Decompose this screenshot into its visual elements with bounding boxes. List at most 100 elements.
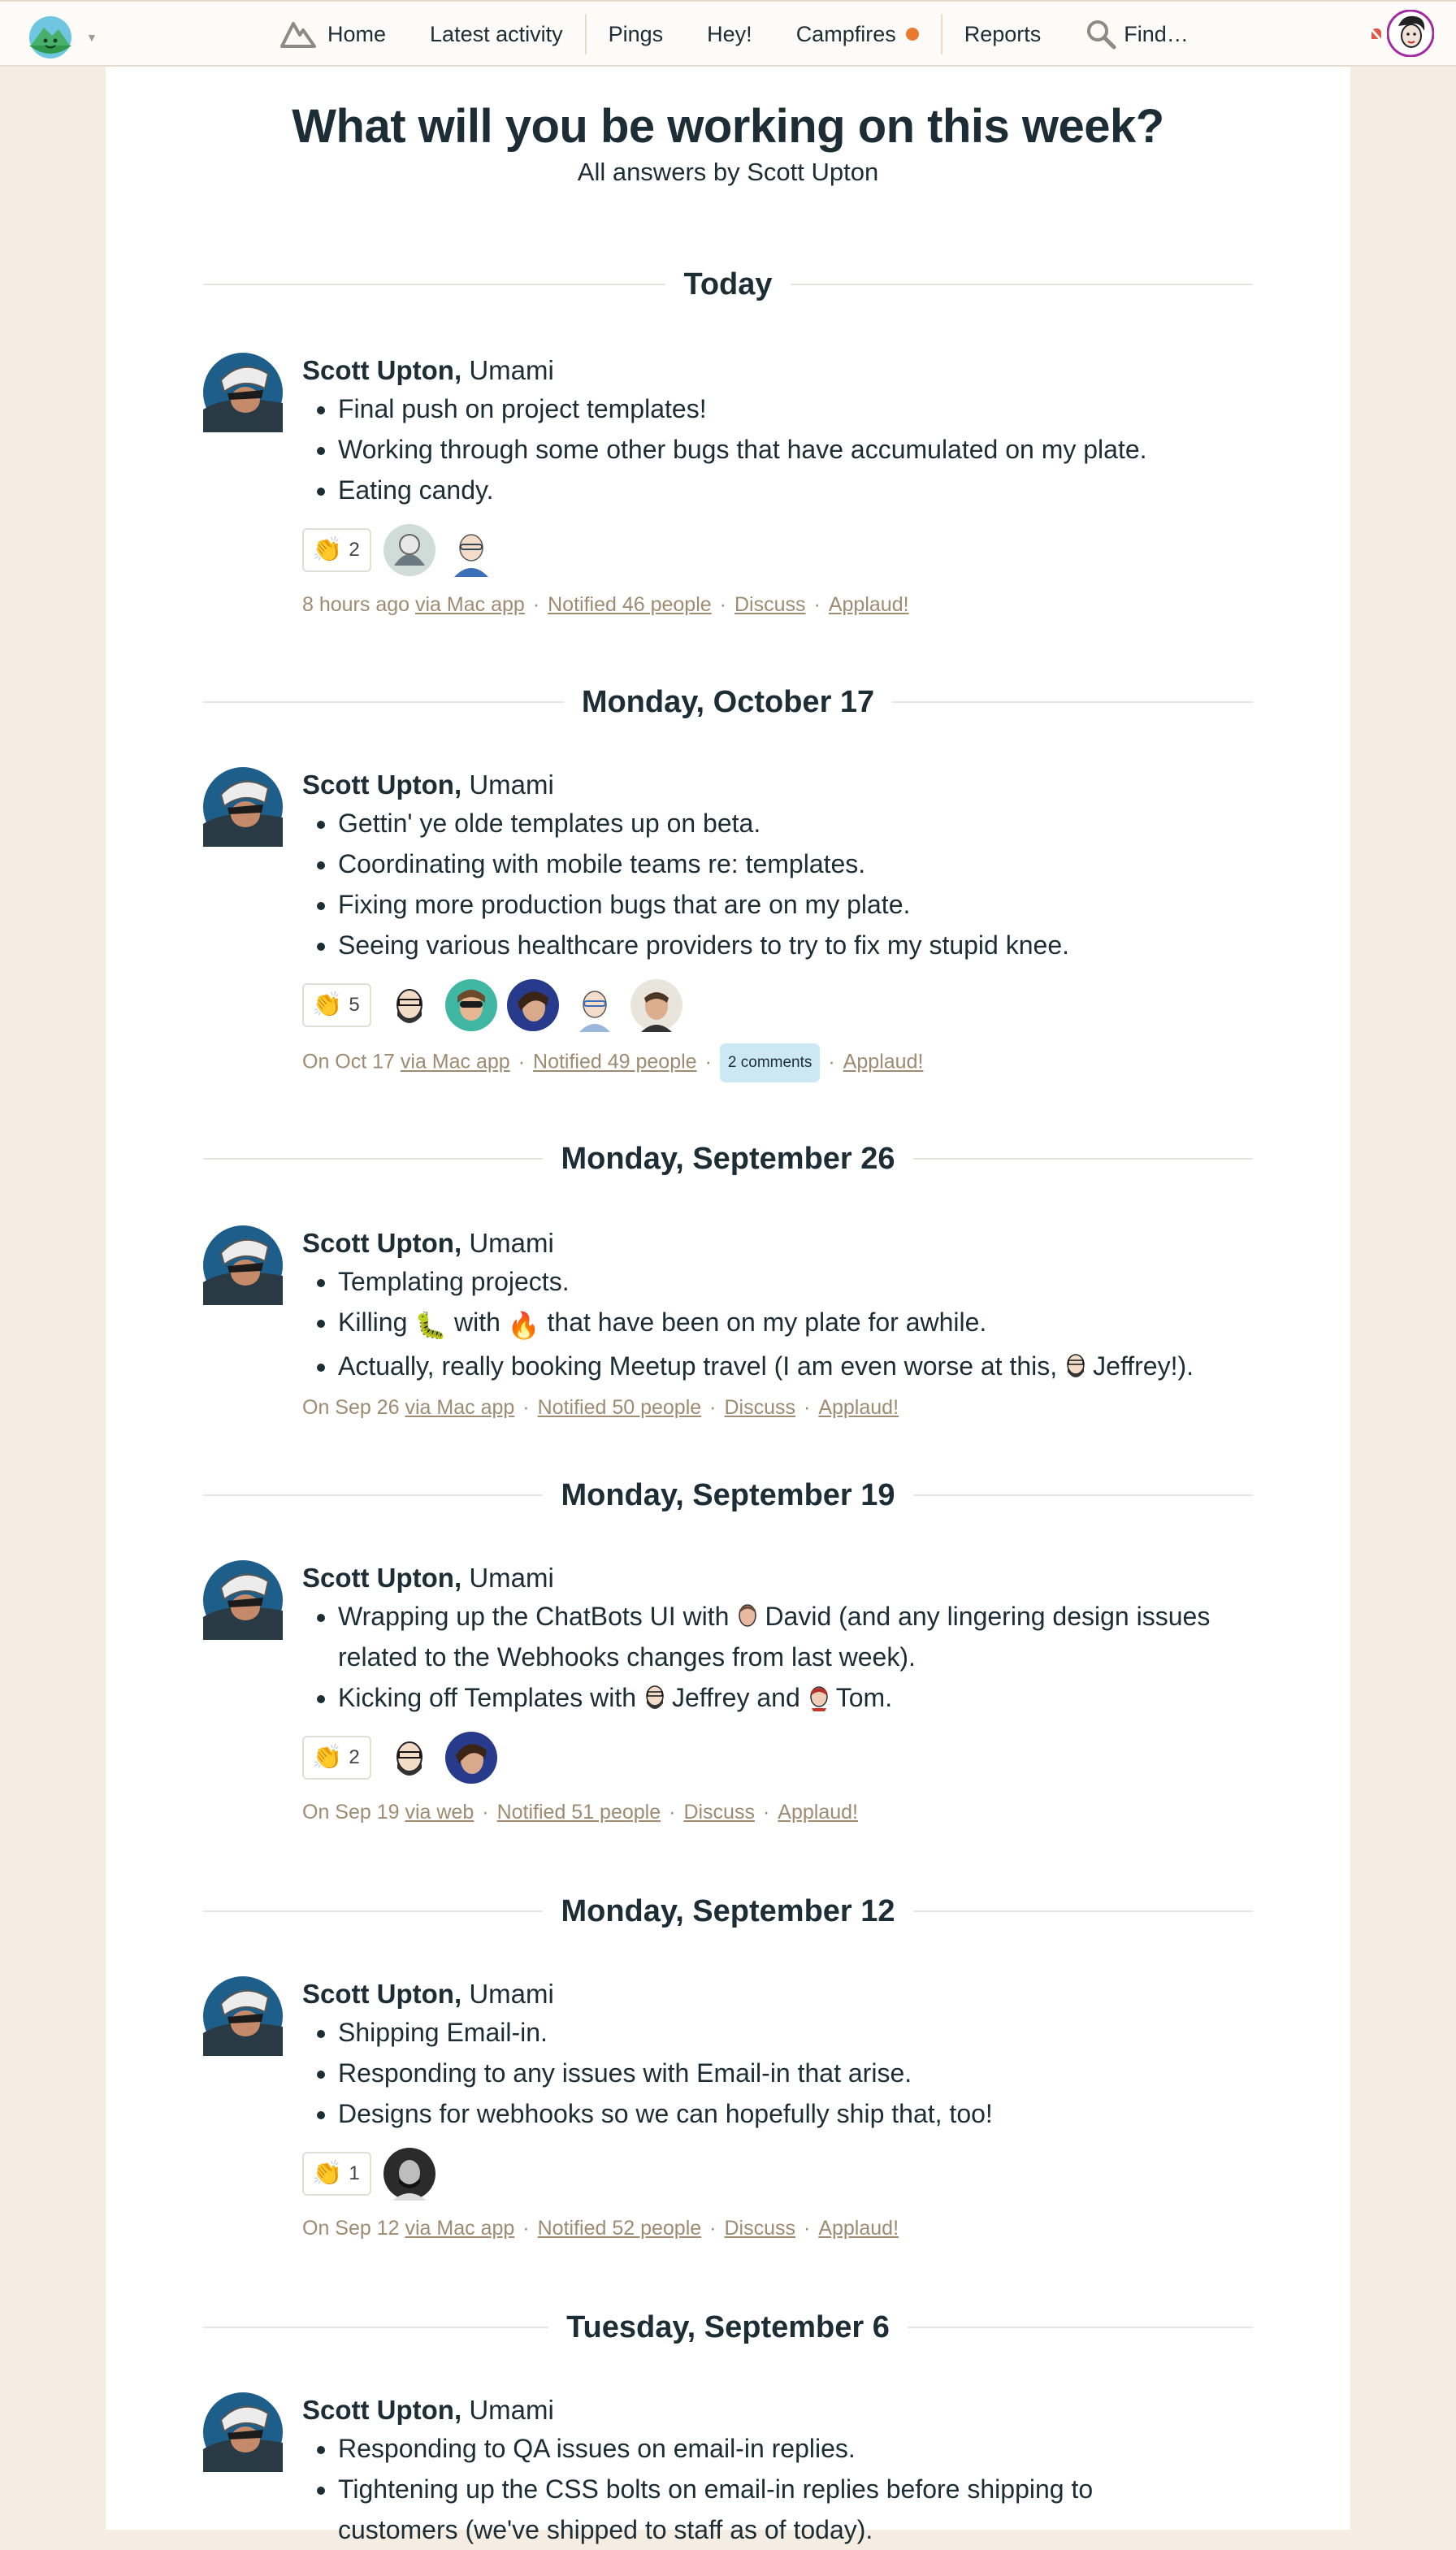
author-name[interactable]: Scott Upton, — [302, 2395, 462, 2425]
author-avatar[interactable] — [203, 1225, 283, 1305]
author-team: Umami — [469, 355, 554, 385]
via-link[interactable]: via Mac app — [405, 1396, 514, 1419]
author-name[interactable]: Scott Upton, — [302, 1228, 462, 1258]
top-navigation: ▼ Home Latest activity Pings Hey! Campfi… — [0, 0, 1456, 67]
author-avatar[interactable] — [203, 353, 283, 432]
discuss-link[interactable]: Discuss — [683, 1801, 755, 1824]
answer-line: Responding to any issues with Email-in t… — [338, 2053, 1261, 2093]
mention-avatar-icon[interactable] — [643, 1684, 667, 1711]
applaud-link[interactable]: Applaud! — [843, 1051, 924, 1073]
answer-line: Eating candy. — [338, 470, 1261, 510]
applauder-avatar[interactable] — [383, 978, 436, 1032]
answer-line: Final push on project templates! — [338, 388, 1261, 429]
nav-find[interactable]: Find… — [1063, 2, 1211, 67]
notified-link[interactable]: Notified 52 people — [538, 2217, 702, 2240]
applause-button[interactable]: 👏 2 — [302, 1736, 371, 1780]
author-avatar[interactable] — [203, 1976, 283, 2056]
applaud-link[interactable]: Applaud! — [778, 1801, 858, 1824]
author-avatar[interactable] — [203, 1560, 283, 1640]
notified-link[interactable]: Notified 46 people — [548, 593, 712, 616]
day-heading-label: Monday, September 26 — [561, 1141, 895, 1176]
nav-campfires[interactable]: Campfires — [774, 2, 941, 67]
user-avatar[interactable] — [1387, 10, 1434, 57]
posted-time: On Sep 19 — [302, 1801, 400, 1824]
author-name[interactable]: Scott Upton, — [302, 1563, 462, 1593]
author-avatar[interactable] — [203, 767, 283, 847]
main-nav: Home Latest activity Pings Hey! Campfire… — [258, 2, 1211, 67]
discuss-link[interactable]: Discuss — [724, 2217, 795, 2240]
answer-line: Shipping Email-in. — [338, 2012, 1261, 2053]
nav-hey[interactable]: Hey! — [685, 2, 774, 67]
applauder-avatar[interactable] — [444, 523, 498, 577]
nav-campfires-label: Campfires — [795, 21, 896, 46]
via-link[interactable]: via Mac app — [405, 2217, 514, 2240]
mention-avatar-icon[interactable] — [807, 1684, 831, 1711]
nav-reports[interactable]: Reports — [942, 2, 1064, 67]
answer-list: Templating projects. Killing 🐛 with 🔥 th… — [302, 1261, 1261, 1386]
clap-icon: 👏 — [312, 536, 343, 563]
answer-text: Jeffrey and — [672, 1683, 800, 1712]
answer-list: Shipping Email-in. Responding to any iss… — [302, 2012, 1261, 2134]
answer-line: Gettin' ye olde templates up on beta. — [338, 803, 1261, 843]
answer-line: Responding to QA issues on email-in repl… — [338, 2428, 1261, 2469]
author-team: Umami — [469, 1979, 554, 2009]
applauder-avatar[interactable] — [630, 978, 683, 1032]
day-heading: Monday, October 17 — [203, 684, 1253, 720]
author-line: Scott Upton, Umami — [302, 1560, 1261, 1596]
applauder-avatar[interactable] — [383, 2147, 436, 2201]
author-team: Umami — [469, 1563, 554, 1593]
applauder-avatar[interactable] — [568, 978, 622, 1032]
nav-home[interactable]: Home — [258, 2, 408, 67]
clap-icon: 👏 — [312, 1744, 343, 1771]
discuss-link[interactable]: Discuss — [724, 1396, 795, 1419]
notified-link[interactable]: Notified 49 people — [533, 1051, 697, 1073]
author-name[interactable]: Scott Upton, — [302, 355, 462, 385]
applauder-avatar[interactable] — [444, 1731, 498, 1785]
applause-count: 2 — [349, 1746, 360, 1768]
applauder-avatar[interactable] — [444, 978, 498, 1032]
nav-reports-label: Reports — [964, 21, 1042, 46]
author-avatar[interactable] — [203, 2392, 283, 2472]
applauder-avatar[interactable] — [506, 978, 560, 1032]
applaud-link[interactable]: Applaud! — [818, 1396, 899, 1419]
via-link[interactable]: via web — [405, 1801, 474, 1824]
answer-text: Actually, really booking Meetup travel (… — [338, 1351, 1058, 1381]
author-team: Umami — [469, 1228, 554, 1258]
posted-time: On Sep 12 — [302, 2217, 400, 2240]
answer-line: Tightening up the CSS bolts on email-in … — [338, 2469, 1261, 2550]
mention-avatar-icon[interactable] — [1064, 1352, 1088, 1380]
notified-link[interactable]: Notified 51 people — [497, 1801, 661, 1824]
notified-link[interactable]: Notified 50 people — [538, 1396, 702, 1419]
applauder-avatar[interactable] — [383, 523, 436, 577]
basecamp-logo-icon — [29, 16, 72, 59]
nav-pings[interactable]: Pings — [587, 2, 686, 67]
discuss-link[interactable]: Discuss — [734, 593, 806, 616]
day-heading-label: Today — [683, 267, 773, 301]
applause-button[interactable]: 👏 2 — [302, 528, 371, 572]
via-link[interactable]: via Mac app — [415, 593, 525, 616]
author-name[interactable]: Scott Upton, — [302, 1979, 462, 2009]
basecamp-logo-menu[interactable]: ▼ — [21, 11, 102, 60]
answer-line: Wrapping up the ChatBots UI withDavid (a… — [338, 1596, 1232, 1677]
author-team: Umami — [469, 2395, 554, 2425]
mention-avatar-icon[interactable] — [735, 1602, 760, 1630]
answer-meta: On Sep 12 via Mac app · Notified 52 people… — [302, 2217, 899, 2240]
answer-meta: On Sep 19 via web · Notified 51 people · Dis… — [302, 1801, 858, 1824]
applause-button[interactable]: 👏 5 — [302, 983, 371, 1027]
unread-dot-icon — [905, 28, 919, 41]
applause-button[interactable]: 👏 1 — [302, 2152, 371, 2196]
applauder-avatar[interactable] — [383, 1731, 436, 1785]
notifications-off-icon[interactable] — [1368, 26, 1384, 44]
nav-latest-activity[interactable]: Latest activity — [408, 2, 585, 67]
via-link[interactable]: via Mac app — [401, 1051, 510, 1073]
day-heading: Monday, September 12 — [203, 1893, 1253, 1929]
applaud-link[interactable]: Applaud! — [818, 2217, 899, 2240]
answer-text: Jeffrey!). — [1093, 1351, 1194, 1381]
author-name[interactable]: Scott Upton, — [302, 770, 462, 800]
posted-time: 8 hours ago — [302, 593, 410, 616]
comments-badge[interactable]: 2 comments — [719, 1043, 821, 1082]
nav-home-label: Home — [327, 21, 387, 46]
applaud-link[interactable]: Applaud! — [829, 593, 909, 616]
answer-list: Responding to QA issues on email-in repl… — [302, 2428, 1261, 2550]
answer-line: Killing 🐛 with 🔥 that have been on my pl… — [338, 1302, 1261, 1346]
